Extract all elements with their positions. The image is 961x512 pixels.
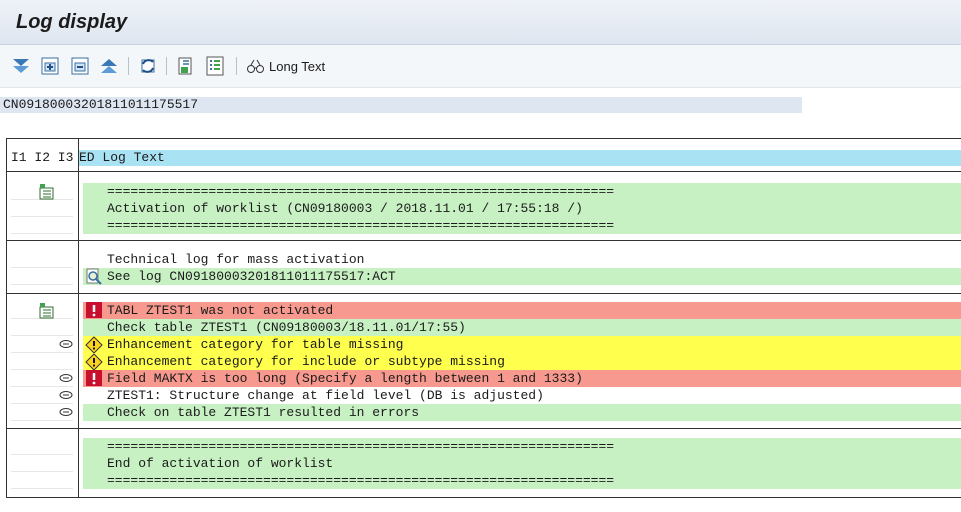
level-cells — [11, 252, 73, 268]
log-row[interactable]: Check table ZTEST1 (CN09180003/18.11.01/… — [7, 319, 961, 336]
detail-tree-icon[interactable] — [38, 183, 55, 200]
level-cells — [11, 456, 73, 472]
long-text-bubble-icon[interactable] — [57, 387, 74, 404]
level-cells — [11, 269, 73, 285]
group-separator — [7, 240, 961, 241]
group-separator — [7, 428, 961, 429]
error-icon — [84, 302, 104, 319]
log-text: Technical log for mass activation — [83, 251, 961, 268]
list-icon[interactable] — [203, 54, 227, 78]
grid-header-log-text: ED Log Text — [79, 150, 961, 166]
log-row[interactable]: Field MAKTX is too long (Specify a lengt… — [7, 370, 961, 387]
magnifier-icon[interactable] — [84, 268, 104, 285]
log-grid: I1 I2 I3 ED Log Text ===================… — [6, 138, 961, 498]
group-separator — [7, 293, 961, 294]
log-row[interactable]: ========================================… — [7, 217, 961, 234]
log-text: ========================================… — [83, 472, 961, 489]
log-row[interactable]: ZTEST1: Structure change at field level … — [7, 387, 961, 404]
warning-icon — [84, 353, 104, 370]
warning-icon — [84, 336, 104, 353]
log-row[interactable]: Enhancement category for include or subt… — [7, 353, 961, 370]
toolbar-separator — [166, 57, 167, 75]
log-text: See log CN09180003201811011175517:ACT — [83, 268, 961, 285]
detail-tree-icon[interactable] — [38, 302, 55, 319]
log-row[interactable]: ========================================… — [7, 438, 961, 455]
collapse-all-icon[interactable] — [97, 54, 121, 78]
error-icon — [84, 370, 104, 387]
grid-header: I1 I2 I3 ED Log Text — [7, 139, 961, 172]
log-text: ========================================… — [83, 438, 961, 455]
toolbar-separator — [236, 57, 237, 75]
toolbar: Long Text — [0, 45, 961, 88]
long-text-button[interactable]: Long Text — [245, 54, 325, 78]
collapse-node-icon[interactable] — [68, 54, 92, 78]
log-row[interactable]: Check on table ZTEST1 resulted in errors — [7, 404, 961, 421]
toolbar-separator — [128, 57, 129, 75]
log-row[interactable]: See log CN09180003201811011175517:ACT — [7, 268, 961, 285]
log-text: Field MAKTX is too long (Specify a lengt… — [83, 370, 961, 387]
log-row[interactable]: ========================================… — [7, 472, 961, 489]
log-id-field: CN09180003201811011175517 — [0, 97, 802, 113]
long-text-bubble-icon[interactable] — [57, 336, 74, 353]
log-text: End of activation of worklist — [83, 455, 961, 472]
select-icon[interactable] — [174, 54, 198, 78]
log-text: ========================================… — [83, 183, 961, 200]
level-cells — [11, 218, 73, 234]
level-cells — [11, 320, 73, 336]
log-text: Enhancement category for include or subt… — [83, 353, 961, 370]
log-text: Check on table ZTEST1 resulted in errors — [83, 404, 961, 421]
long-text-bubble-icon[interactable] — [57, 404, 74, 421]
log-row[interactable]: End of activation of worklist — [7, 455, 961, 472]
level-cells — [11, 201, 73, 217]
level-cells — [11, 439, 73, 455]
window-title: Log display — [16, 11, 128, 33]
log-text: Activation of worklist (CN09180003 / 201… — [83, 200, 961, 217]
expand-all-icon[interactable] — [9, 54, 33, 78]
long-text-icon — [247, 59, 264, 73]
log-row[interactable]: Enhancement category for table missing — [7, 336, 961, 353]
log-row[interactable]: Technical log for mass activation — [7, 251, 961, 268]
level-cells — [11, 473, 73, 489]
log-row[interactable]: Activation of worklist (CN09180003 / 201… — [7, 200, 961, 217]
title-bar: Log display — [0, 0, 961, 45]
long-text-bubble-icon[interactable] — [57, 370, 74, 387]
grid-header-level-columns: I1 I2 I3 — [11, 150, 74, 165]
refresh-icon[interactable] — [136, 54, 160, 78]
log-text: Enhancement category for table missing — [83, 336, 961, 353]
level-cells — [11, 354, 73, 370]
expand-node-icon[interactable] — [38, 54, 62, 78]
log-row[interactable]: TABL ZTEST1 was not activated — [7, 302, 961, 319]
log-text: TABL ZTEST1 was not activated — [83, 302, 961, 319]
log-text: ========================================… — [83, 217, 961, 234]
log-text: Check table ZTEST1 (CN09180003/18.11.01/… — [83, 319, 961, 336]
log-text: ZTEST1: Structure change at field level … — [83, 387, 961, 404]
long-text-label: Long Text — [269, 58, 326, 74]
log-row[interactable]: ========================================… — [7, 183, 961, 200]
